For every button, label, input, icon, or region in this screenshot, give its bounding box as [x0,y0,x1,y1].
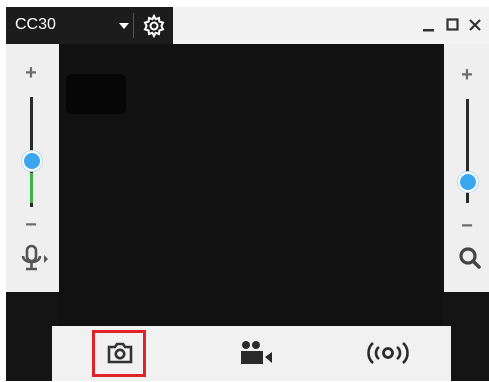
volume-level-fill [30,172,33,203]
gear-icon [143,14,165,38]
maximize-icon [446,18,459,31]
title-bar: CC30 [6,7,489,44]
broadcast-icon [367,342,409,364]
zoom-button[interactable] [457,245,483,271]
camera-preview [58,44,442,329]
zoom-panel: + − [444,44,489,292]
record-video-button[interactable] [232,334,288,374]
microphone-icon [21,244,48,271]
volume-decrease-button[interactable]: − [21,215,41,235]
zoom-slider-thumb[interactable] [458,172,478,193]
volume-increase-button[interactable]: + [21,63,41,83]
device-name: CC30 [15,16,56,33]
volume-panel: + − [6,44,59,292]
camera-app-window: CC30 + − + − [6,7,489,381]
magnifier-icon [459,247,481,269]
snapshot-button[interactable] [92,330,146,377]
chevron-down-icon[interactable] [119,23,129,29]
preview-artifact [66,74,126,114]
live-stream-button[interactable] [360,334,416,374]
settings-button[interactable] [134,7,173,44]
volume-slider-thumb[interactable] [22,150,42,171]
minimize-icon [423,29,434,32]
minimize-button[interactable] [418,11,440,39]
close-button[interactable] [464,11,486,39]
capture-toolbar [52,326,451,381]
maximize-button[interactable] [442,11,464,39]
camera-icon [107,342,133,364]
microphone-button[interactable] [18,243,52,277]
zoom-in-button[interactable]: + [457,65,477,85]
video-camera-icon [241,341,272,364]
device-select[interactable]: CC30 [6,7,134,44]
close-icon [469,19,481,31]
zoom-out-button[interactable]: − [457,216,477,236]
